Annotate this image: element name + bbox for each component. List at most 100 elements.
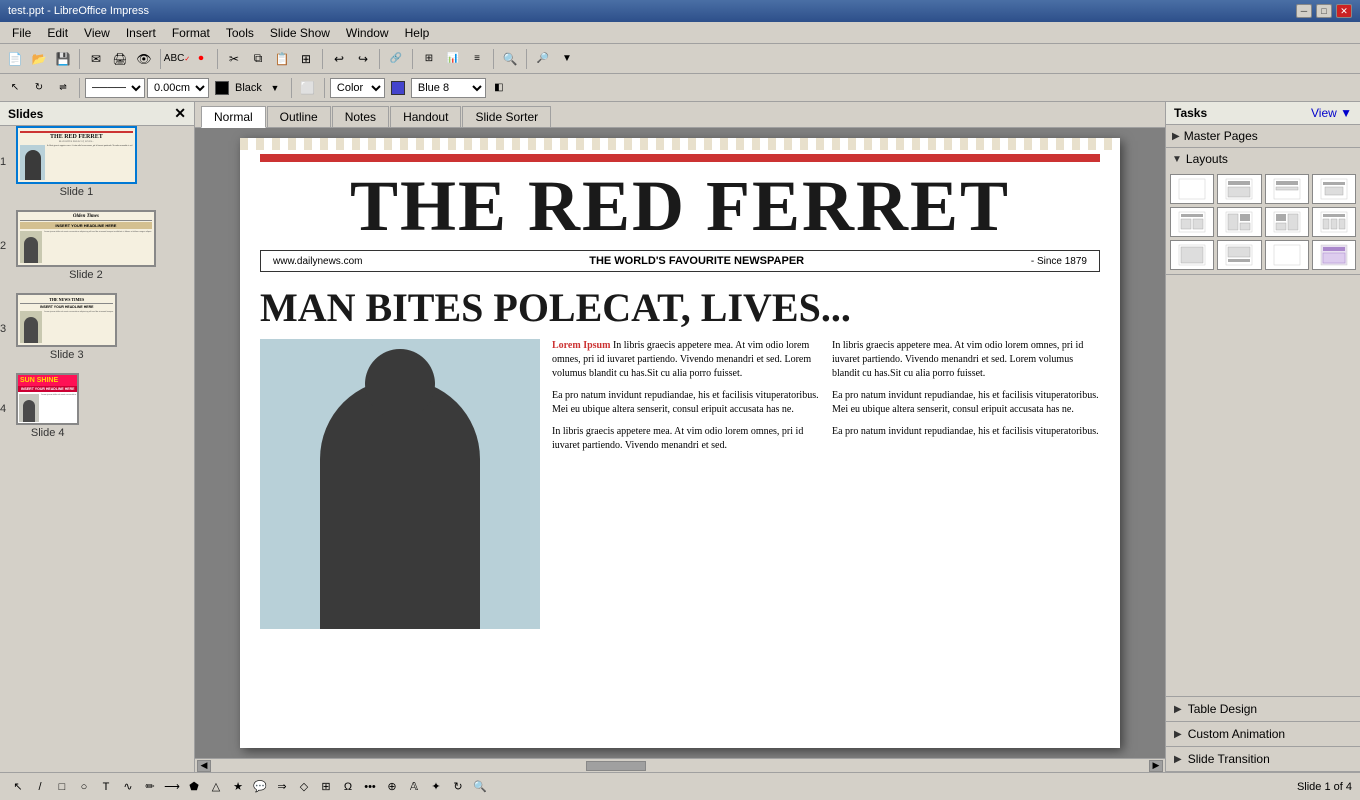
undo-btn[interactable]: ↩ — [328, 48, 350, 70]
bullets-btn[interactable]: ≡ — [466, 48, 488, 70]
layout-6[interactable] — [1217, 207, 1261, 237]
shadow-btn[interactable]: ◧ — [488, 77, 510, 99]
freehand-tool[interactable]: ✏ — [140, 777, 160, 797]
line-width-select[interactable]: 0.00cm — [147, 78, 209, 98]
slides-panel-close[interactable]: ✕ — [174, 105, 186, 122]
menu-format[interactable]: Format — [164, 24, 218, 42]
effects-tool[interactable]: ✦ — [426, 777, 446, 797]
flip-btn[interactable]: ⇌ — [52, 77, 74, 99]
star-tool[interactable]: ★ — [228, 777, 248, 797]
fill-type-select[interactable]: Color None Gradient — [330, 78, 385, 98]
layout-title-only[interactable] — [1265, 174, 1309, 204]
spellcheck-btn[interactable]: ABC✓ — [166, 48, 188, 70]
zoom-dropdown-btn[interactable]: ▼ — [556, 48, 578, 70]
tab-normal[interactable]: Normal — [201, 106, 266, 128]
menu-insert[interactable]: Insert — [118, 24, 164, 42]
ellipse-tool[interactable]: ○ — [74, 777, 94, 797]
paste-btn[interactable]: 📋 — [271, 48, 293, 70]
rotate-tool-status[interactable]: ↻ — [448, 777, 468, 797]
record-btn[interactable]: ⏺ — [190, 48, 212, 70]
connector-tool[interactable]: ⟶ — [162, 777, 182, 797]
line-color-dropdown[interactable]: ▼ — [264, 77, 286, 99]
block-arrows-tool[interactable]: ⇒ — [272, 777, 292, 797]
tab-slidesorter[interactable]: Slide Sorter — [462, 106, 551, 127]
find-btn[interactable]: 🔍 — [499, 48, 521, 70]
triangle-tool[interactable]: △ — [206, 777, 226, 797]
np-since: - Since 1879 — [1031, 256, 1087, 267]
slide-preview-3[interactable]: THE NEWS TIMES INSERT YOUR HEADLINE HERE… — [16, 293, 117, 347]
flowchart-tool[interactable]: ◇ — [294, 777, 314, 797]
preview-btn[interactable]: 👁 — [133, 48, 155, 70]
text-tool[interactable]: T — [96, 777, 116, 797]
layout-8[interactable] — [1312, 207, 1356, 237]
save-btn[interactable]: 💾 — [52, 48, 74, 70]
layout-7[interactable] — [1265, 207, 1309, 237]
arrow-btn[interactable]: ↖ — [4, 77, 26, 99]
redo-btn[interactable]: ↪ — [352, 48, 374, 70]
arrow-tool[interactable]: ↖ — [8, 777, 28, 797]
layout-10[interactable] — [1217, 240, 1261, 270]
custom-animation-action[interactable]: ▶ Custom Animation — [1166, 722, 1360, 747]
menu-tools[interactable]: Tools — [218, 24, 262, 42]
scroll-thumb-h[interactable] — [586, 761, 646, 771]
menu-view[interactable]: View — [76, 24, 118, 42]
slide-transition-action[interactable]: ▶ Slide Transition — [1166, 747, 1360, 772]
menu-window[interactable]: Window — [338, 24, 397, 42]
polygon-tool[interactable]: ⬟ — [184, 777, 204, 797]
points-tool[interactable]: ••• — [360, 777, 380, 797]
menu-help[interactable]: Help — [397, 24, 438, 42]
menu-file[interactable]: File — [4, 24, 39, 42]
scrollbar-horizontal[interactable]: ◀ ▶ — [195, 758, 1165, 772]
slide-preview-2[interactable]: Olden Times INSERT YOUR HEADLINE HERE Lo… — [16, 210, 156, 267]
scroll-track-h[interactable] — [211, 760, 1149, 772]
layouts-header[interactable]: ▼ Layouts — [1166, 148, 1360, 170]
layout-12[interactable] — [1312, 240, 1356, 270]
minimize-btn[interactable]: ─ — [1296, 4, 1312, 18]
symbol-tool[interactable]: Ω — [338, 777, 358, 797]
layout-11[interactable] — [1265, 240, 1309, 270]
table-design-action[interactable]: ▶ Table Design — [1166, 697, 1360, 722]
open-btn[interactable]: 📂 — [28, 48, 50, 70]
layout-title-content[interactable] — [1217, 174, 1261, 204]
cut-btn[interactable]: ✂ — [223, 48, 245, 70]
master-pages-header[interactable]: ▶ Master Pages — [1166, 125, 1360, 147]
fontwork-tool[interactable]: 𝔸 — [404, 777, 424, 797]
scroll-right-btn[interactable]: ▶ — [1149, 760, 1163, 772]
slide-canvas-wrapper[interactable]: THE RED FERRET www.dailynews.com THE WOR… — [195, 128, 1165, 758]
bezier-tool[interactable]: ∿ — [118, 777, 138, 797]
tasks-view-btn[interactable]: View ▼ — [1311, 106, 1352, 120]
layout-centered[interactable] — [1312, 174, 1356, 204]
clone-btn[interactable]: ⊞ — [295, 48, 317, 70]
layout-9[interactable] — [1170, 240, 1214, 270]
layout-blank[interactable] — [1170, 174, 1214, 204]
line-tool[interactable]: / — [30, 777, 50, 797]
print-btn[interactable]: 🖨 — [109, 48, 131, 70]
rect-tool[interactable]: □ — [52, 777, 72, 797]
close-btn[interactable]: ✕ — [1336, 4, 1352, 18]
fill-color-select[interactable]: Blue 8 Red Green — [411, 78, 486, 98]
copy-btn[interactable]: ⧉ — [247, 48, 269, 70]
hyperlink-btn[interactable]: 🔗 — [385, 48, 407, 70]
slide-preview-4[interactable]: SUN SHINE INSERT YOUR HEADLINE HERE Lore… — [16, 373, 79, 425]
table-btn[interactable]: ⊞ — [418, 48, 440, 70]
email-btn[interactable]: ✉ — [85, 48, 107, 70]
gluepoints-tool[interactable]: ⊕ — [382, 777, 402, 797]
fill-toggle-btn[interactable]: ⬜ — [297, 77, 319, 99]
callout-tool[interactable]: 💬 — [250, 777, 270, 797]
zoom-tool-status[interactable]: 🔍 — [470, 777, 490, 797]
tab-handout[interactable]: Handout — [390, 106, 461, 127]
zoom-btn[interactable]: 🔎 — [532, 48, 554, 70]
layout-two-content[interactable] — [1170, 207, 1214, 237]
menu-edit[interactable]: Edit — [39, 24, 76, 42]
legend-tool[interactable]: ⊞ — [316, 777, 336, 797]
menu-slideshow[interactable]: Slide Show — [262, 24, 338, 42]
chart-btn[interactable]: 📊 — [442, 48, 464, 70]
slide-preview-1[interactable]: THE RED FERRET MAN BITES POLECAT, LIVES.… — [16, 126, 137, 184]
tab-outline[interactable]: Outline — [267, 106, 331, 127]
line-style-select[interactable]: ────── — [85, 78, 145, 98]
new-btn[interactable]: 📄 — [4, 48, 26, 70]
tab-notes[interactable]: Notes — [332, 106, 389, 127]
scroll-left-btn[interactable]: ◀ — [197, 760, 211, 772]
rotate-btn[interactable]: ↻ — [28, 77, 50, 99]
maximize-btn[interactable]: □ — [1316, 4, 1332, 18]
